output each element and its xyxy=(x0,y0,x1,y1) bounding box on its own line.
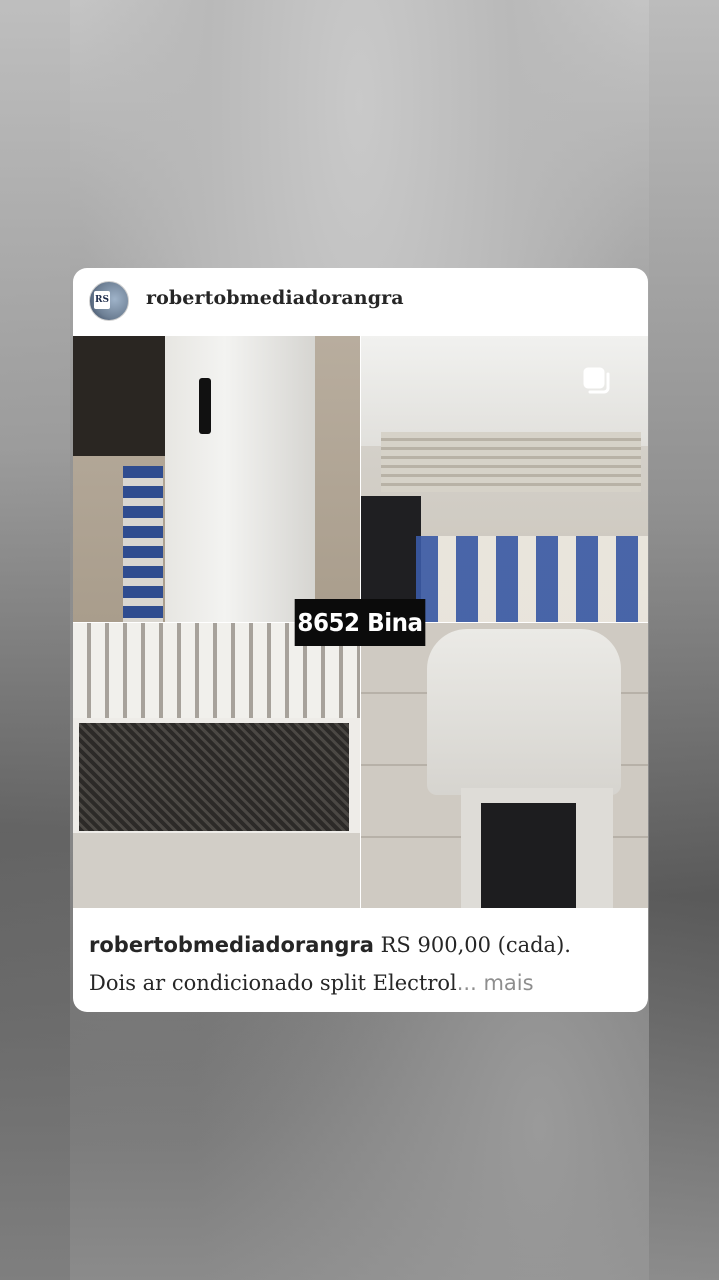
photo-condenser-side xyxy=(361,623,648,908)
avatar-initials: RS xyxy=(94,291,110,309)
photo-indoor-unit xyxy=(73,336,360,622)
avatar[interactable]: RS xyxy=(89,281,129,321)
caption-username[interactable]: robertobmediadorangra xyxy=(89,933,374,957)
watermark-label: 8652 Bina xyxy=(294,599,426,646)
photo-tiles xyxy=(416,536,648,622)
caption-line-2: Dois ar condicionado split Electrol... m… xyxy=(89,964,634,1002)
post-username[interactable]: robertobmediadorangra xyxy=(146,287,404,309)
caption-price: RS 900,00 (cada). xyxy=(373,933,571,957)
photo-shadow xyxy=(73,336,168,456)
photo-tiles xyxy=(123,466,163,622)
shared-post-card[interactable]: RS robertobmediadorangra 8652 Bina rober… xyxy=(73,268,648,1012)
photo-ac-unit xyxy=(165,336,315,622)
caption-line-1: robertobmediadorangra RS 900,00 (cada). xyxy=(89,926,634,964)
caption-text: Dois ar condicionado split Electrol xyxy=(89,971,457,995)
photo-shadow xyxy=(481,803,576,908)
post-header: RS robertobmediadorangra xyxy=(73,268,648,336)
photo-unit-underside xyxy=(361,336,648,622)
photo-ac-logo xyxy=(199,378,211,434)
photo-floor xyxy=(73,833,360,908)
photo-coil xyxy=(79,723,349,831)
caption-ellipsis: ... xyxy=(456,971,484,995)
post-caption[interactable]: robertobmediadorangra RS 900,00 (cada). … xyxy=(89,926,634,1002)
post-photo-grid[interactable]: 8652 Bina xyxy=(73,336,648,908)
background-blur-right xyxy=(649,0,719,1280)
photo-vent xyxy=(381,432,641,492)
more-link[interactable]: mais xyxy=(483,971,533,995)
carousel-icon xyxy=(583,367,610,394)
photo-condenser xyxy=(73,623,360,908)
background-blur-left xyxy=(0,0,70,1280)
photo-ac-unit xyxy=(427,629,621,795)
